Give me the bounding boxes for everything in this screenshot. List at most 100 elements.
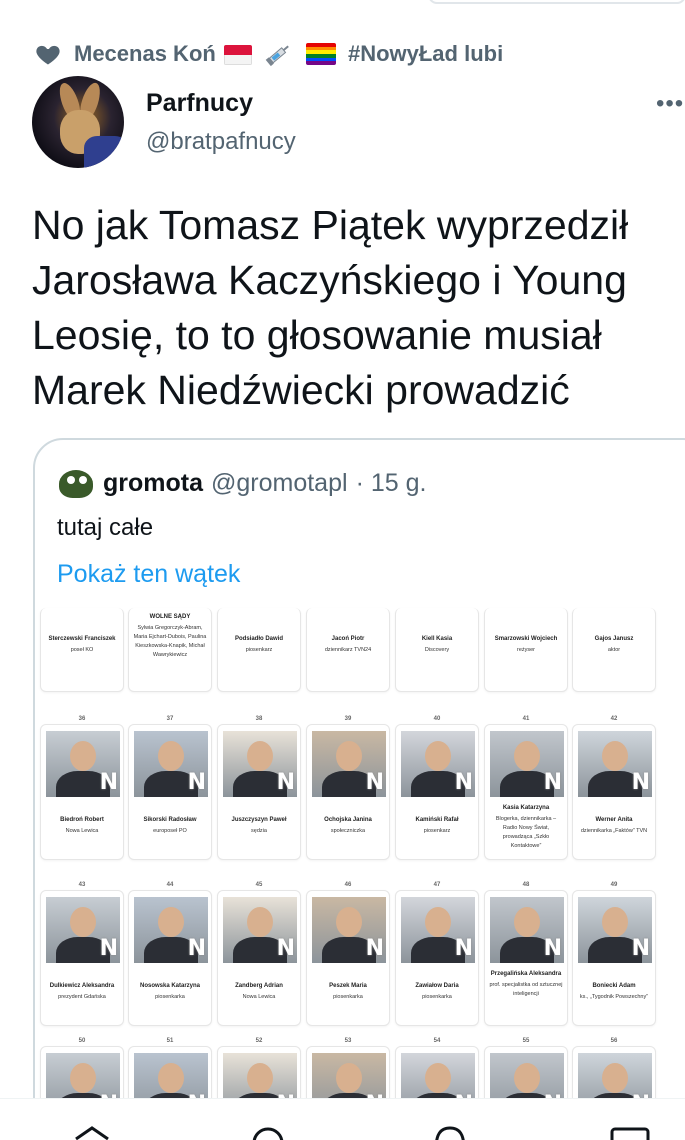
card-name: Podsiadło Dawid bbox=[234, 636, 283, 642]
photo-head bbox=[336, 907, 362, 937]
card-number: 56 bbox=[610, 1038, 618, 1044]
card-number: 36 bbox=[78, 716, 86, 722]
card-role: społeczniczka bbox=[330, 828, 366, 834]
n-logo-icon: N bbox=[99, 936, 118, 961]
grid-card[interactable]: 36 N Biedroń Robert Nowa Lewica bbox=[40, 716, 124, 860]
grid-card[interactable]: 45 N Zandberg Adrian Nowa Lewica bbox=[217, 882, 301, 1026]
grid-card[interactable]: Kiell Kasia Discovery bbox=[395, 608, 479, 692]
card-role: piosenkarz bbox=[245, 647, 273, 653]
author-display-name[interactable]: Parfnucy bbox=[146, 89, 296, 118]
photo-head bbox=[602, 907, 628, 937]
grid-card[interactable]: Podsiadło Dawid piosenkarz bbox=[217, 608, 301, 692]
photo-head bbox=[158, 907, 184, 937]
photo-head bbox=[336, 741, 362, 771]
avatar[interactable] bbox=[32, 76, 124, 168]
photo-head bbox=[247, 1063, 273, 1093]
photo-head bbox=[602, 741, 628, 771]
quoted-tweet[interactable]: gromota @gromotapl · 15 g. tutaj całe Po… bbox=[33, 438, 685, 1140]
grid-card[interactable]: Smarzowski Wojciech reżyser bbox=[484, 608, 568, 692]
card-photo: N bbox=[490, 897, 564, 963]
photo-head bbox=[70, 1063, 96, 1093]
tweet-author[interactable]: Parfnucy @bratpafnucy bbox=[32, 76, 296, 168]
card-number: 38 bbox=[255, 716, 263, 722]
grid-card[interactable]: 48 N Przegalińska Aleksandra prof. specjali… bbox=[484, 882, 568, 1026]
quote-header: gromota @gromotapl · 15 g. bbox=[57, 464, 426, 502]
card-name: Peszek Maria bbox=[329, 983, 367, 989]
top-pill bbox=[428, 0, 685, 4]
retweeter-hashtag: #NowyŁad lubi bbox=[347, 41, 504, 66]
card-role: piosenkarz bbox=[423, 828, 451, 834]
show-thread-link[interactable]: Pokaż ten wątek bbox=[57, 560, 240, 589]
card-photo: N bbox=[46, 897, 120, 963]
card-name: Sterczewski Franciszek bbox=[48, 636, 116, 642]
social-context[interactable]: Mecenas Koń #NowyŁad lubi bbox=[34, 38, 503, 70]
card-photo: N bbox=[134, 731, 208, 797]
card-photo: N bbox=[401, 731, 475, 797]
photo-head bbox=[336, 1063, 362, 1093]
grid-card[interactable]: 47 N Zawiałow Daria piosenkarka bbox=[395, 882, 479, 1026]
grid-card[interactable]: Sterczewski Franciszek poseł KO bbox=[40, 608, 124, 692]
grid-card[interactable]: 44 N Nosowska Katarzyna piosenkarka bbox=[128, 882, 212, 1026]
quote-image[interactable]: Sterczewski Franciszek poseł KO WOLNE SĄDY… bbox=[35, 608, 685, 1126]
card-name: Przegalińska Aleksandra bbox=[490, 971, 562, 977]
author-handle[interactable]: @bratpafnucy bbox=[146, 128, 296, 156]
photo-head bbox=[158, 1063, 184, 1093]
grid-card[interactable]: 40 N Kamiński Rafał piosenkarz bbox=[395, 716, 479, 860]
quote-time: · 15 g. bbox=[355, 468, 427, 497]
card-role: reżyser bbox=[516, 647, 536, 653]
search-icon[interactable] bbox=[248, 1125, 288, 1140]
photo-head bbox=[514, 907, 540, 937]
n-logo-icon: N bbox=[454, 936, 473, 961]
grid-card[interactable]: 37 N Sikorski Radosław europoseł PO bbox=[128, 716, 212, 860]
quote-text: tutaj całe bbox=[57, 514, 154, 541]
card-role: Nowa Lewica bbox=[242, 994, 276, 1000]
grid-card[interactable]: WOLNE SĄDY Sylwia Gregorczyk-Abram, Maria… bbox=[128, 608, 212, 692]
photo-head bbox=[247, 741, 273, 771]
photo-head bbox=[602, 1063, 628, 1093]
n-logo-icon: N bbox=[454, 770, 473, 795]
card-role: Blogerka, dziennikarka – Radio Nowy Świa… bbox=[495, 816, 557, 849]
card-photo: N bbox=[223, 897, 297, 963]
card-name: Nosowska Katarzyna bbox=[139, 983, 201, 989]
card-role: europoseł PO bbox=[153, 828, 187, 834]
grid-card[interactable]: 43 N Dulkiewicz Aleksandra prezydent Gdańsk… bbox=[40, 882, 124, 1026]
photo-head bbox=[514, 741, 540, 771]
grid-card[interactable]: 46 N Peszek Maria piosenkarka bbox=[306, 882, 390, 1026]
grid-card[interactable]: Jacoń Piotr dziennikarz TVN24 bbox=[306, 608, 390, 692]
photo-head bbox=[514, 1063, 540, 1093]
card-name: Kiell Kasia bbox=[421, 636, 453, 642]
card-number: 51 bbox=[166, 1038, 174, 1044]
card-photo: N bbox=[223, 731, 297, 797]
card-number: 53 bbox=[344, 1038, 352, 1044]
card-name: Biedroń Robert bbox=[60, 817, 104, 823]
grid-card[interactable]: 41 N Kasia Katarzyna Blogerka, dziennikarka… bbox=[484, 716, 568, 860]
photo-head bbox=[247, 907, 273, 937]
messages-icon[interactable] bbox=[610, 1125, 650, 1140]
grid-card[interactable]: 39 N Ochojska Janina społeczniczka bbox=[306, 716, 390, 860]
grid-card[interactable]: 38 N Juszczyszyn Paweł sędzia bbox=[217, 716, 301, 860]
card-name: Ochojska Janina bbox=[324, 817, 372, 823]
photo-head bbox=[425, 741, 451, 771]
grid-card[interactable]: 49 N Boniecki Adam ks., „Tygodnik Powszechn… bbox=[572, 882, 656, 1026]
home-icon[interactable] bbox=[72, 1125, 112, 1140]
n-logo-icon: N bbox=[276, 770, 295, 795]
heart-icon bbox=[34, 40, 62, 68]
card-number: 43 bbox=[78, 882, 86, 888]
card-photo: N bbox=[401, 897, 475, 963]
notifications-icon[interactable] bbox=[430, 1125, 470, 1140]
more-icon[interactable]: ••• bbox=[656, 90, 684, 118]
card-role: ks., „Tygodnik Powszechny” bbox=[579, 994, 649, 1000]
card-role: Discovery bbox=[424, 647, 450, 653]
card-name: Boniecki Adam bbox=[592, 983, 636, 989]
card-role: prezydent Gdańska bbox=[58, 994, 106, 1000]
card-name: Kamiński Rafał bbox=[415, 817, 459, 823]
grid-card[interactable]: Gajos Janusz aktor bbox=[572, 608, 656, 692]
n-logo-icon: N bbox=[365, 770, 384, 795]
card-number: 54 bbox=[433, 1038, 441, 1044]
quote-author-handle: @gromotapl bbox=[211, 468, 348, 497]
card-name: Zawiałow Daria bbox=[415, 983, 459, 989]
card-role: poseł KO bbox=[70, 647, 94, 653]
photo-head bbox=[70, 741, 96, 771]
grid-card[interactable]: 42 N Werner Anita dziennikarka „Faktów” TVN bbox=[572, 716, 656, 860]
card-role: aktor bbox=[607, 647, 621, 653]
